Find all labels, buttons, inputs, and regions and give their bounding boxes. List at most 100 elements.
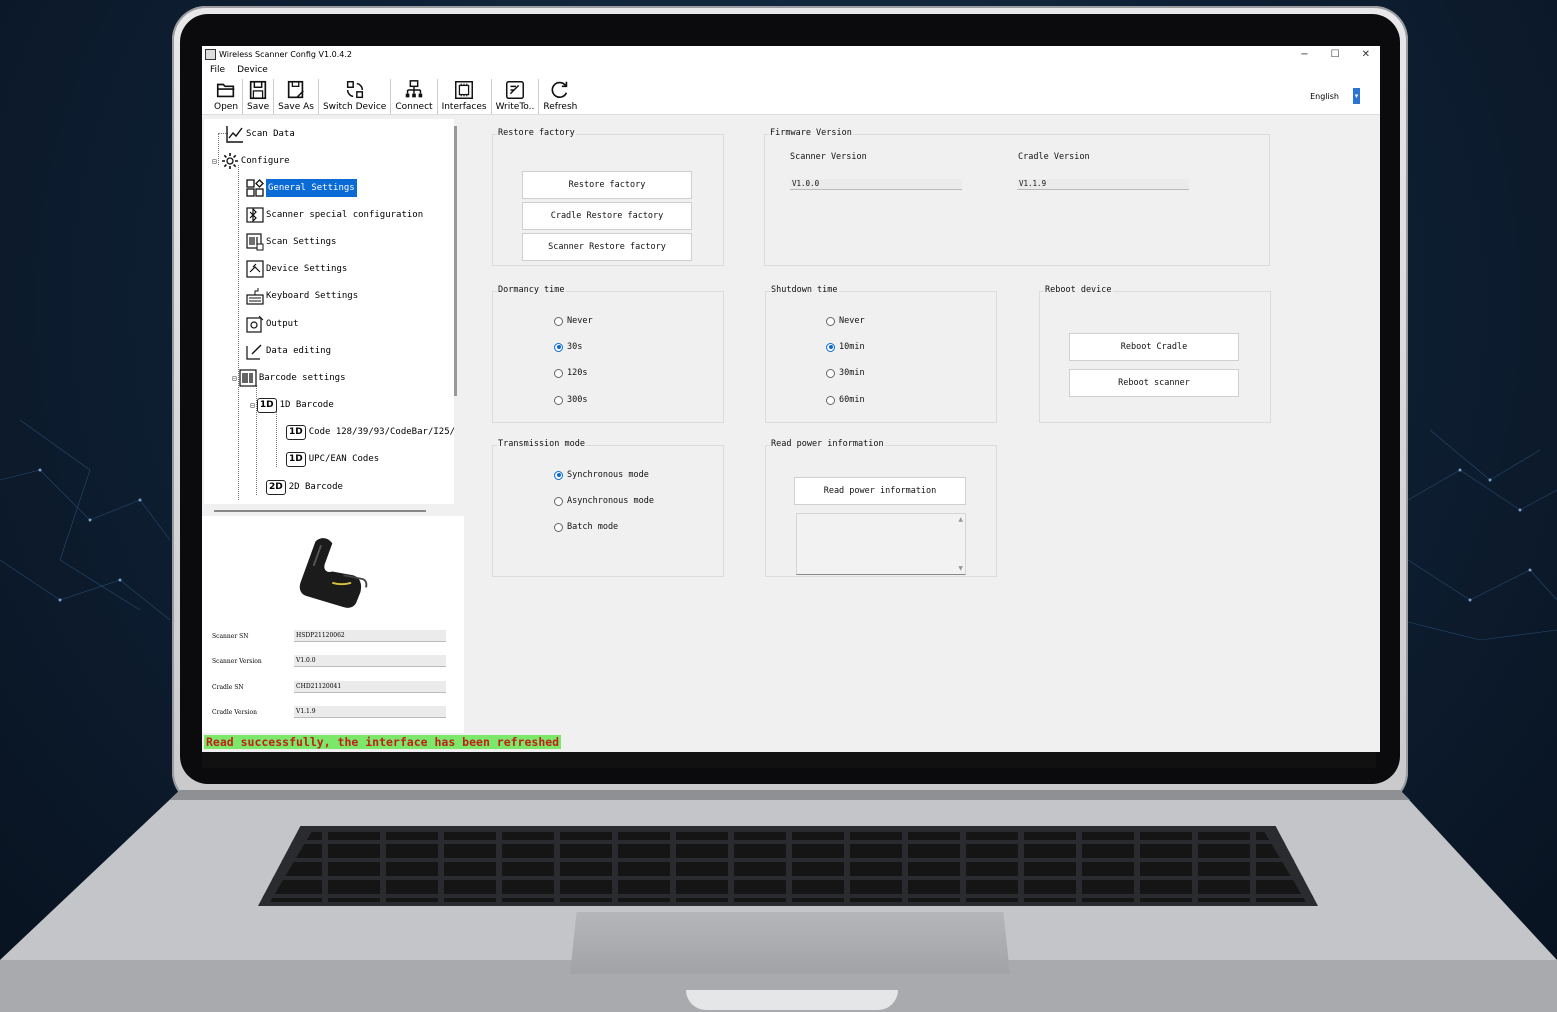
tree-general-settings[interactable]: General Settings: [246, 177, 357, 199]
device-info-panel: Scanner SN HSDP21120062 Scanner Version V1…: [202, 516, 464, 736]
tree-scan-data[interactable]: Scan Data: [226, 123, 295, 145]
interfaces-button[interactable]: Interfaces: [438, 79, 492, 114]
chevron-down-icon: ▾: [1354, 92, 1359, 100]
laptop-notch: [686, 990, 898, 1010]
dormancy-time-title: Dormancy time: [497, 285, 566, 295]
tree-horizontal-scrollbar[interactable]: [214, 510, 426, 512]
barcode-1d-icon: 1D: [286, 424, 306, 440]
radio-label: Synchronous mode: [567, 470, 649, 480]
tree-configure[interactable]: ⊟ Configure: [212, 150, 290, 172]
firmware-scanner-value: V1.0.0: [790, 179, 962, 190]
read-power-group: Read power information Read power inform…: [765, 439, 997, 577]
refresh-button[interactable]: Refresh: [539, 79, 581, 114]
tree-device-settings[interactable]: Device Settings: [246, 258, 347, 280]
refresh-label: Refresh: [543, 102, 578, 112]
tree-keyboard-settings[interactable]: Keyboard Settings: [246, 285, 358, 307]
scroll-down-icon[interactable]: ▼: [958, 565, 963, 572]
save-label: Save: [247, 102, 270, 112]
reboot-cradle-button[interactable]: Reboot Cradle: [1069, 333, 1239, 361]
grid-icon: [246, 179, 264, 197]
scroll-up-icon[interactable]: ▲: [958, 516, 963, 523]
firmware-cradle-value: V1.1.9: [1017, 179, 1189, 190]
firmware-version-title: Firmware Version: [769, 128, 853, 138]
read-power-button[interactable]: Read power information: [794, 477, 966, 505]
scanner-device-image: [299, 538, 368, 608]
close-button[interactable]: ✕: [1362, 49, 1370, 60]
shutdown-never-radio[interactable]: Never: [826, 316, 865, 326]
tree-label: Device Settings: [266, 264, 348, 274]
radio-label: Never: [567, 316, 593, 326]
save-button[interactable]: Save: [243, 79, 275, 114]
tree-label: Scan Settings: [266, 237, 337, 247]
menu-file[interactable]: File: [210, 65, 225, 75]
radio-label: 300s: [567, 395, 588, 405]
scanner-restore-button[interactable]: Scanner Restore factory: [522, 233, 692, 261]
reboot-scanner-button[interactable]: Reboot scanner: [1069, 369, 1239, 397]
collapse-icon: ⊟: [232, 373, 237, 383]
menu-device[interactable]: Device: [237, 65, 268, 75]
radio-label: Asynchronous mode: [567, 496, 654, 506]
tree-label: Output: [266, 319, 299, 329]
shutdown-time-group: Shutdown time Never 10min 30min 60min: [765, 285, 997, 423]
keyboard-icon: [246, 288, 264, 305]
status-bar: Read successfully, the interface has bee…: [202, 733, 1380, 752]
batch-mode-radio[interactable]: Batch mode: [554, 522, 618, 532]
interfaces-label: Interfaces: [441, 102, 487, 112]
write-to-button[interactable]: WriteTo..: [492, 79, 540, 114]
shutdown-30min-radio[interactable]: 30min: [826, 368, 865, 378]
tree-code128[interactable]: 1D Code 128/39/93/CodeBar/I25/GS: [286, 421, 454, 443]
write-to-label: WriteTo..: [495, 102, 535, 112]
tree-output[interactable]: Output: [246, 313, 299, 335]
app-icon: [205, 48, 216, 60]
collapse-icon: ⊟: [250, 400, 255, 410]
reboot-device-group: Reboot device Reboot Cradle Reboot scann…: [1039, 285, 1271, 423]
tree-vertical-scrollbar[interactable]: [454, 126, 457, 396]
tree-2d-barcode[interactable]: 2D 2D Barcode: [266, 476, 343, 498]
tree-1d-barcode[interactable]: ⊟ 1D 1D Barcode: [250, 394, 334, 416]
radio-label: Never: [839, 316, 865, 326]
save-as-button[interactable]: Save As: [274, 79, 319, 114]
dormancy-never-radio[interactable]: Never: [554, 316, 593, 326]
shutdown-10min-radio[interactable]: 10min: [826, 342, 865, 352]
tree-label: 2D Barcode: [288, 482, 343, 492]
interfaces-icon: [455, 81, 474, 99]
open-button[interactable]: Open: [210, 79, 244, 114]
save-as-label: Save As: [278, 102, 314, 112]
asynchronous-mode-radio[interactable]: Asynchronous mode: [554, 496, 654, 506]
tree-upc-ean[interactable]: 1D UPC/EAN Codes: [286, 448, 379, 470]
transmission-mode-title: Transmission mode: [497, 439, 586, 449]
bluetooth-icon: [246, 207, 264, 223]
tree-scan-settings[interactable]: Scan Settings: [246, 231, 336, 253]
restore-factory-button[interactable]: Restore factory: [522, 171, 692, 199]
folder-open-icon: [216, 83, 235, 98]
cradle-version-value: V1.1.9: [294, 706, 446, 718]
tree-scanner-special[interactable]: Scanner special configuration: [246, 204, 423, 226]
cradle-restore-button[interactable]: Cradle Restore factory: [522, 202, 692, 230]
switch-device-button[interactable]: Switch Device: [319, 79, 392, 114]
power-info-textarea[interactable]: ▲ ▼: [796, 513, 966, 575]
dormancy-300s-radio[interactable]: 300s: [554, 395, 587, 405]
laptop-trackpad: [570, 912, 1010, 974]
maximize-button[interactable]: ☐: [1331, 49, 1340, 60]
tree-label: Configure: [240, 156, 290, 166]
tree-label: 1D Barcode: [279, 400, 334, 410]
dormancy-120s-radio[interactable]: 120s: [554, 368, 587, 378]
synchronous-mode-radio[interactable]: Synchronous mode: [554, 470, 649, 480]
shutdown-60min-radio[interactable]: 60min: [826, 395, 865, 405]
tree-data-editing[interactable]: Data editing: [246, 340, 331, 362]
window-title: Wireless Scanner Config V1.0.4.2: [219, 49, 352, 59]
status-message: Read successfully, the interface has bee…: [204, 735, 562, 749]
minimize-button[interactable]: −: [1300, 49, 1308, 60]
cradle-sn-label: Cradle SN: [212, 683, 244, 691]
barcode-1d-icon: 1D: [286, 451, 306, 467]
language-dropdown[interactable]: ▾: [1353, 88, 1360, 104]
connect-button[interactable]: Connect: [391, 79, 438, 114]
output-icon: [246, 315, 264, 333]
radio-label: 60min: [839, 395, 865, 405]
dormancy-30s-radio[interactable]: 30s: [554, 342, 582, 352]
barcode-scan-icon: [246, 233, 264, 251]
tree-barcode-settings[interactable]: ⊟ Barcode settings: [232, 367, 346, 389]
radio-label: Batch mode: [567, 522, 619, 532]
screen-bottom-edge: [202, 752, 1376, 768]
tree-label: General Settings: [266, 179, 357, 197]
